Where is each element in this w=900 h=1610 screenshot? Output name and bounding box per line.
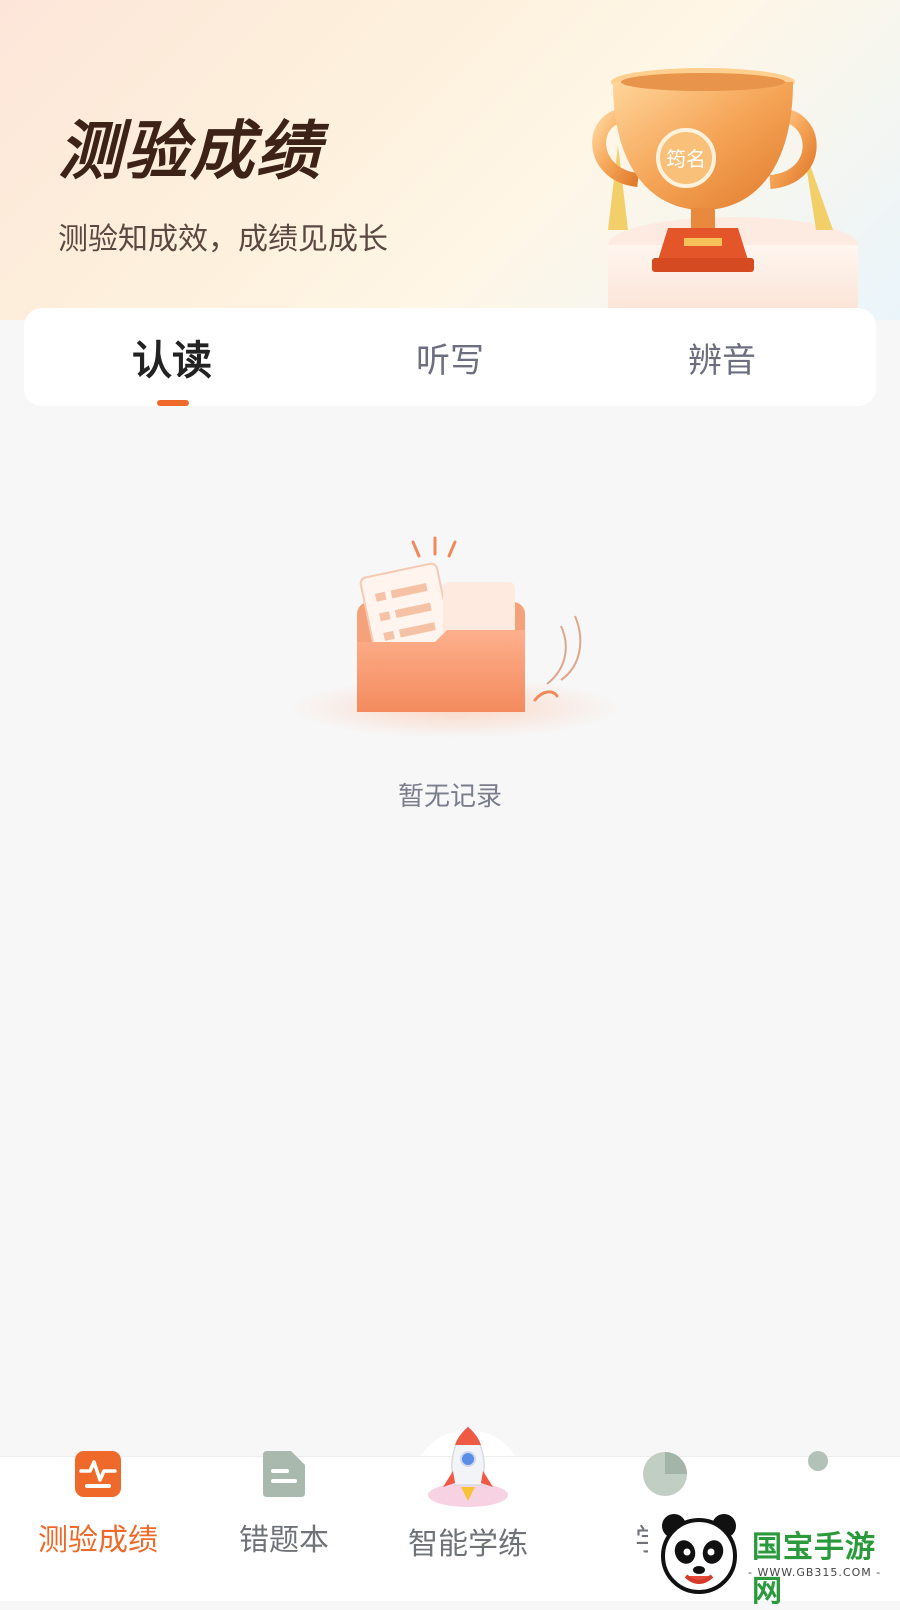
empty-state-text: 暂无记录: [397, 782, 502, 812]
page-title: 测验成绩: [58, 115, 322, 189]
header-banner: 测验成绩 测验知成效，成绩见成长 筠名: [0, 0, 900, 320]
nav-label: 错题本: [239, 1523, 329, 1558]
profile-icon: [808, 1451, 828, 1471]
nav-label: 测验成绩: [38, 1523, 158, 1558]
rocket-icon: [428, 1425, 508, 1507]
tab-label: 认读: [132, 338, 212, 384]
watermark-url: - WWW.GB315.COM -: [748, 1566, 882, 1579]
empty-folder-icon: [290, 536, 620, 738]
panda-logo-icon: [661, 1514, 737, 1594]
nav-item-smart-practice[interactable]: 智能学练: [378, 1425, 558, 1601]
tab-pronunciation[interactable]: 辨音: [580, 308, 864, 406]
test-score-icon: [75, 1451, 121, 1497]
tab-dictation[interactable]: 听写: [308, 308, 592, 406]
tab-label: 辨音: [688, 340, 756, 381]
tab-label: 听写: [416, 340, 484, 381]
tab-renread[interactable]: 认读: [30, 308, 314, 406]
mistake-book-icon: [263, 1451, 305, 1497]
nav-item-test-score[interactable]: 测验成绩: [8, 1451, 188, 1601]
nav-item-mistake-book[interactable]: 错题本: [194, 1451, 374, 1601]
tab-bar: 认读 听写 辨音: [24, 308, 876, 406]
trophy-badge-text: 筠名: [666, 147, 706, 171]
page-subtitle: 测验知成效，成绩见成长: [58, 222, 388, 257]
tab-active-indicator: [157, 400, 189, 406]
pie-chart-icon: [643, 1452, 687, 1496]
trophy-icon: 筠名: [592, 68, 858, 310]
nav-label: 智能学练: [408, 1527, 528, 1562]
watermark: 国宝手游网 - WWW.GB315.COM -: [648, 1504, 900, 1609]
